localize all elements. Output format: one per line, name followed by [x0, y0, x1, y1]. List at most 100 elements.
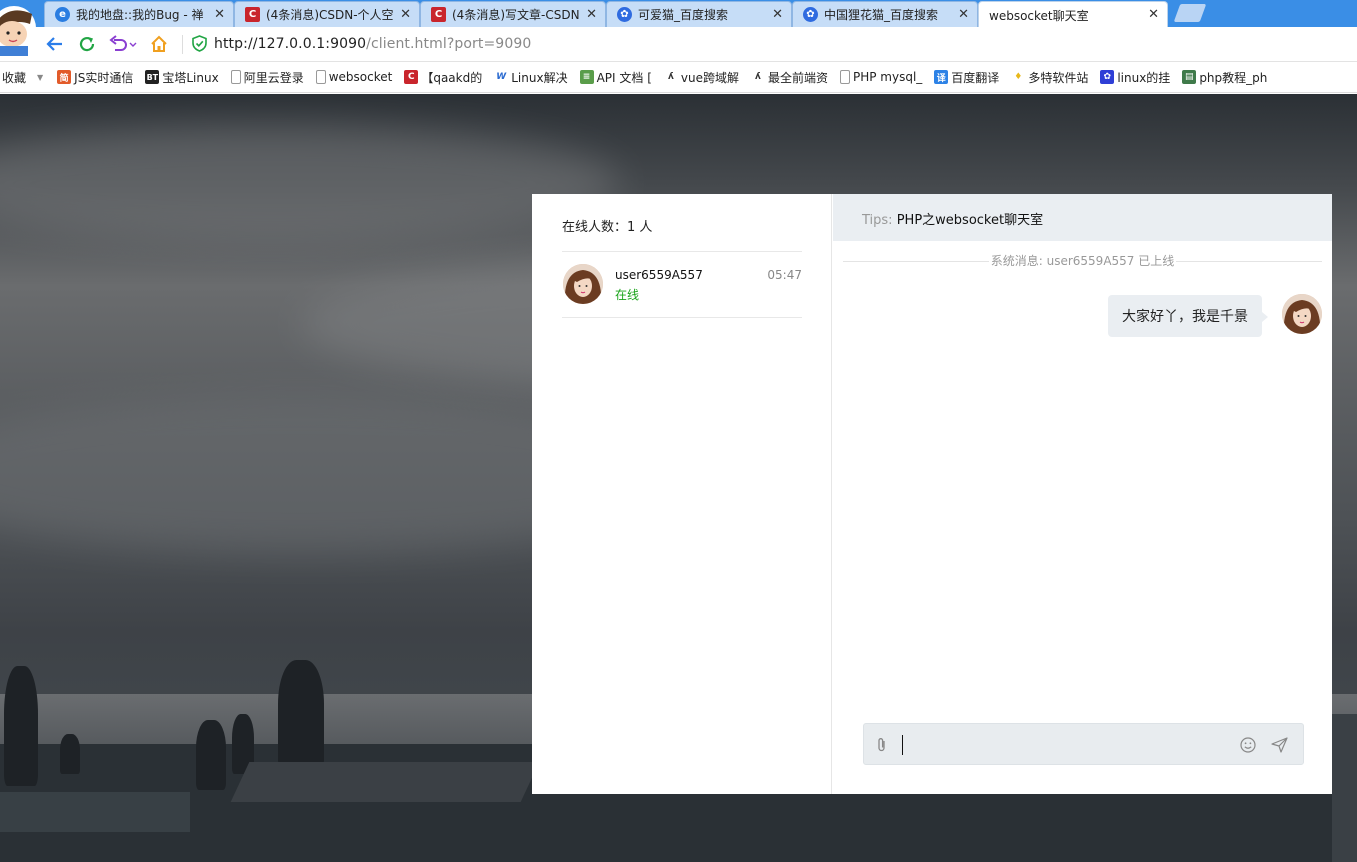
jian-icon: 简	[57, 70, 72, 84]
conversation-panel: Tips: PHP之websocket聊天室 系统消息: user6559A55…	[833, 194, 1332, 794]
bookmark-api-docs[interactable]: ≡ API 文档 [	[579, 69, 652, 86]
home-button[interactable]	[148, 33, 170, 55]
chat-window: 在线人数：1 人 user6559A557 在线 05:47 Tips: PHP	[532, 194, 1332, 794]
duote-icon: ♦	[1011, 70, 1026, 84]
reload-button[interactable]	[76, 33, 98, 55]
bookmark-baidu-fanyi[interactable]: 译百度翻译	[934, 69, 999, 86]
browser-user-avatar-icon[interactable]	[0, 0, 44, 56]
address-toolbar: http://127.0.0.1:9090/client.html?port=9…	[0, 27, 1357, 62]
user-last-time: 05:47	[767, 268, 802, 282]
tab-zentao-bug[interactable]: e 我的地盘::我的Bug - 禅 ✕	[44, 1, 234, 27]
close-icon[interactable]: ✕	[214, 7, 225, 22]
message-input[interactable]	[906, 730, 1226, 758]
csdn-icon: C	[404, 70, 419, 84]
user-name: user6559A557	[615, 268, 703, 282]
browser-tab-strip: e 我的地盘::我的Bug - 禅 ✕ C (4条消息)CSDN-个人空 ✕ C…	[0, 0, 1357, 28]
silhouette	[4, 666, 38, 786]
url-host: http://127.0.0.1:9090	[214, 36, 367, 52]
close-icon[interactable]: ✕	[400, 7, 411, 22]
user-list-item[interactable]: user6559A557 在线 05:47	[562, 252, 802, 318]
bookmark-js-realtime[interactable]: 简 JS实时通信	[57, 69, 133, 86]
bookmark-linux-fix[interactable]: W Linux解决	[494, 69, 568, 86]
security-shield-icon[interactable]	[192, 35, 207, 52]
silhouette	[60, 734, 80, 774]
message-text: 大家好丫，我是千景	[1122, 309, 1248, 325]
bookmark-label: 最全前端资	[767, 70, 828, 85]
bookmark-php-tutorial[interactable]: ▤ php教程_ph	[1182, 69, 1267, 86]
baidu-paw-icon: ✿	[803, 7, 818, 22]
segment-icon: ʎ	[663, 70, 678, 84]
undo-close-button[interactable]	[108, 33, 138, 55]
system-message-text: 系统消息: user6559A557 已上线	[988, 254, 1177, 268]
page-icon	[839, 70, 850, 84]
tab-title: 可爱猫_百度搜索	[638, 8, 729, 22]
csdn-icon: C	[431, 7, 446, 22]
tab-title: 中国狸花猫_百度搜索	[824, 8, 939, 22]
bookmark-frontend[interactable]: ʎ 最全前端资	[750, 69, 828, 86]
bt-icon: BT	[145, 70, 160, 84]
tab-baidu-lihua[interactable]: ✿ 中国狸花猫_百度搜索 ✕	[792, 1, 978, 27]
tab-websocket-chat[interactable]: websocket聊天室 ✕	[978, 1, 1168, 28]
bookmark-duote[interactable]: ♦ 多特软件站	[1011, 69, 1088, 86]
bookmark-websocket[interactable]: websocket	[315, 70, 393, 84]
bookmark-label: 多特软件站	[1028, 70, 1089, 85]
baidu-paw-icon: ✿	[1100, 70, 1115, 84]
tab-csdn-space[interactable]: C (4条消息)CSDN-个人空 ✕	[234, 1, 420, 27]
back-button[interactable]	[44, 33, 66, 55]
reload-icon	[79, 36, 95, 52]
tips-text: PHP之websocket聊天室	[896, 213, 1044, 228]
skate-ramp	[230, 762, 540, 802]
text-caret	[902, 735, 903, 755]
tab-csdn-write[interactable]: C (4条消息)写文章-CSDN ✕	[420, 1, 606, 27]
bookmark-label: API 文档 [	[596, 70, 652, 85]
user-status: 在线	[615, 288, 640, 302]
close-icon[interactable]: ✕	[958, 7, 969, 22]
bookmark-label: 阿里云登录	[243, 70, 304, 85]
silhouette	[196, 720, 226, 790]
bookmark-label: Linux解决	[511, 70, 568, 85]
bookmark-label: 宝塔Linux	[162, 70, 219, 85]
bookmark-label: 百度翻译	[951, 70, 1000, 85]
bookmark-linux-mount[interactable]: ✿ linux的挂	[1100, 69, 1170, 86]
message-composer	[863, 723, 1304, 765]
emoji-icon[interactable]	[1240, 737, 1256, 753]
user-avatar-icon	[1282, 294, 1322, 334]
skate-ramp	[0, 792, 190, 832]
bookmark-label: JS实时通信	[74, 70, 134, 85]
new-tab-button[interactable]	[1173, 4, 1207, 22]
bookmarks-bar: 收藏 ▼ 简 JS实时通信 BT 宝塔Linux 阿里云登录 websocket C…	[0, 62, 1357, 93]
page-icon	[230, 70, 241, 84]
csdn-icon: C	[245, 7, 260, 22]
tab-title: (4条消息)CSDN-个人空	[266, 8, 394, 22]
bookmark-label: vue跨域解	[680, 70, 739, 85]
ie-globe-icon: e	[55, 7, 70, 22]
tab-baidu-cat[interactable]: ✿ 可爱猫_百度搜索 ✕	[606, 1, 792, 27]
bookmark-qaakd[interactable]: C 【qaakd的	[404, 69, 482, 86]
send-icon[interactable]	[1271, 737, 1288, 753]
url-path: /client.html?port=9090	[366, 36, 532, 52]
avatar	[1282, 294, 1322, 334]
doc-icon: ≡	[579, 70, 594, 84]
tips-label: Tips:	[862, 213, 893, 228]
bookmark-label: 【qaakd的	[421, 70, 483, 85]
close-icon[interactable]: ✕	[772, 7, 783, 22]
undo-icon	[109, 35, 137, 51]
bookmark-php-mysql[interactable]: PHP mysql_	[839, 70, 923, 84]
close-icon[interactable]: ✕	[586, 7, 597, 22]
bookmark-label: 收藏	[2, 70, 27, 85]
bookmark-aliyun[interactable]: 阿里云登录	[230, 69, 304, 86]
bookmark-favorites[interactable]: 收藏 ▼	[2, 69, 43, 86]
url-field[interactable]: http://127.0.0.1:9090/client.html?port=9…	[214, 36, 531, 52]
bookmark-bt-linux[interactable]: BT 宝塔Linux	[145, 69, 219, 86]
bookmark-label: websocket	[328, 70, 393, 84]
paperclip-icon[interactable]	[876, 737, 888, 753]
page-icon	[315, 70, 326, 84]
bookmark-vue-cors[interactable]: ʎ vue跨域解	[663, 69, 739, 86]
silhouette	[278, 660, 324, 770]
close-icon[interactable]: ✕	[1148, 7, 1159, 22]
online-users-panel: 在线人数：1 人 user6559A557 在线 05:47	[532, 194, 832, 794]
bookmark-label: PHP mysql_	[852, 70, 923, 84]
bookmark-label: php教程_ph	[1199, 70, 1268, 85]
online-count: 在线人数：1 人	[562, 220, 653, 235]
php-icon: ▤	[1182, 70, 1197, 84]
